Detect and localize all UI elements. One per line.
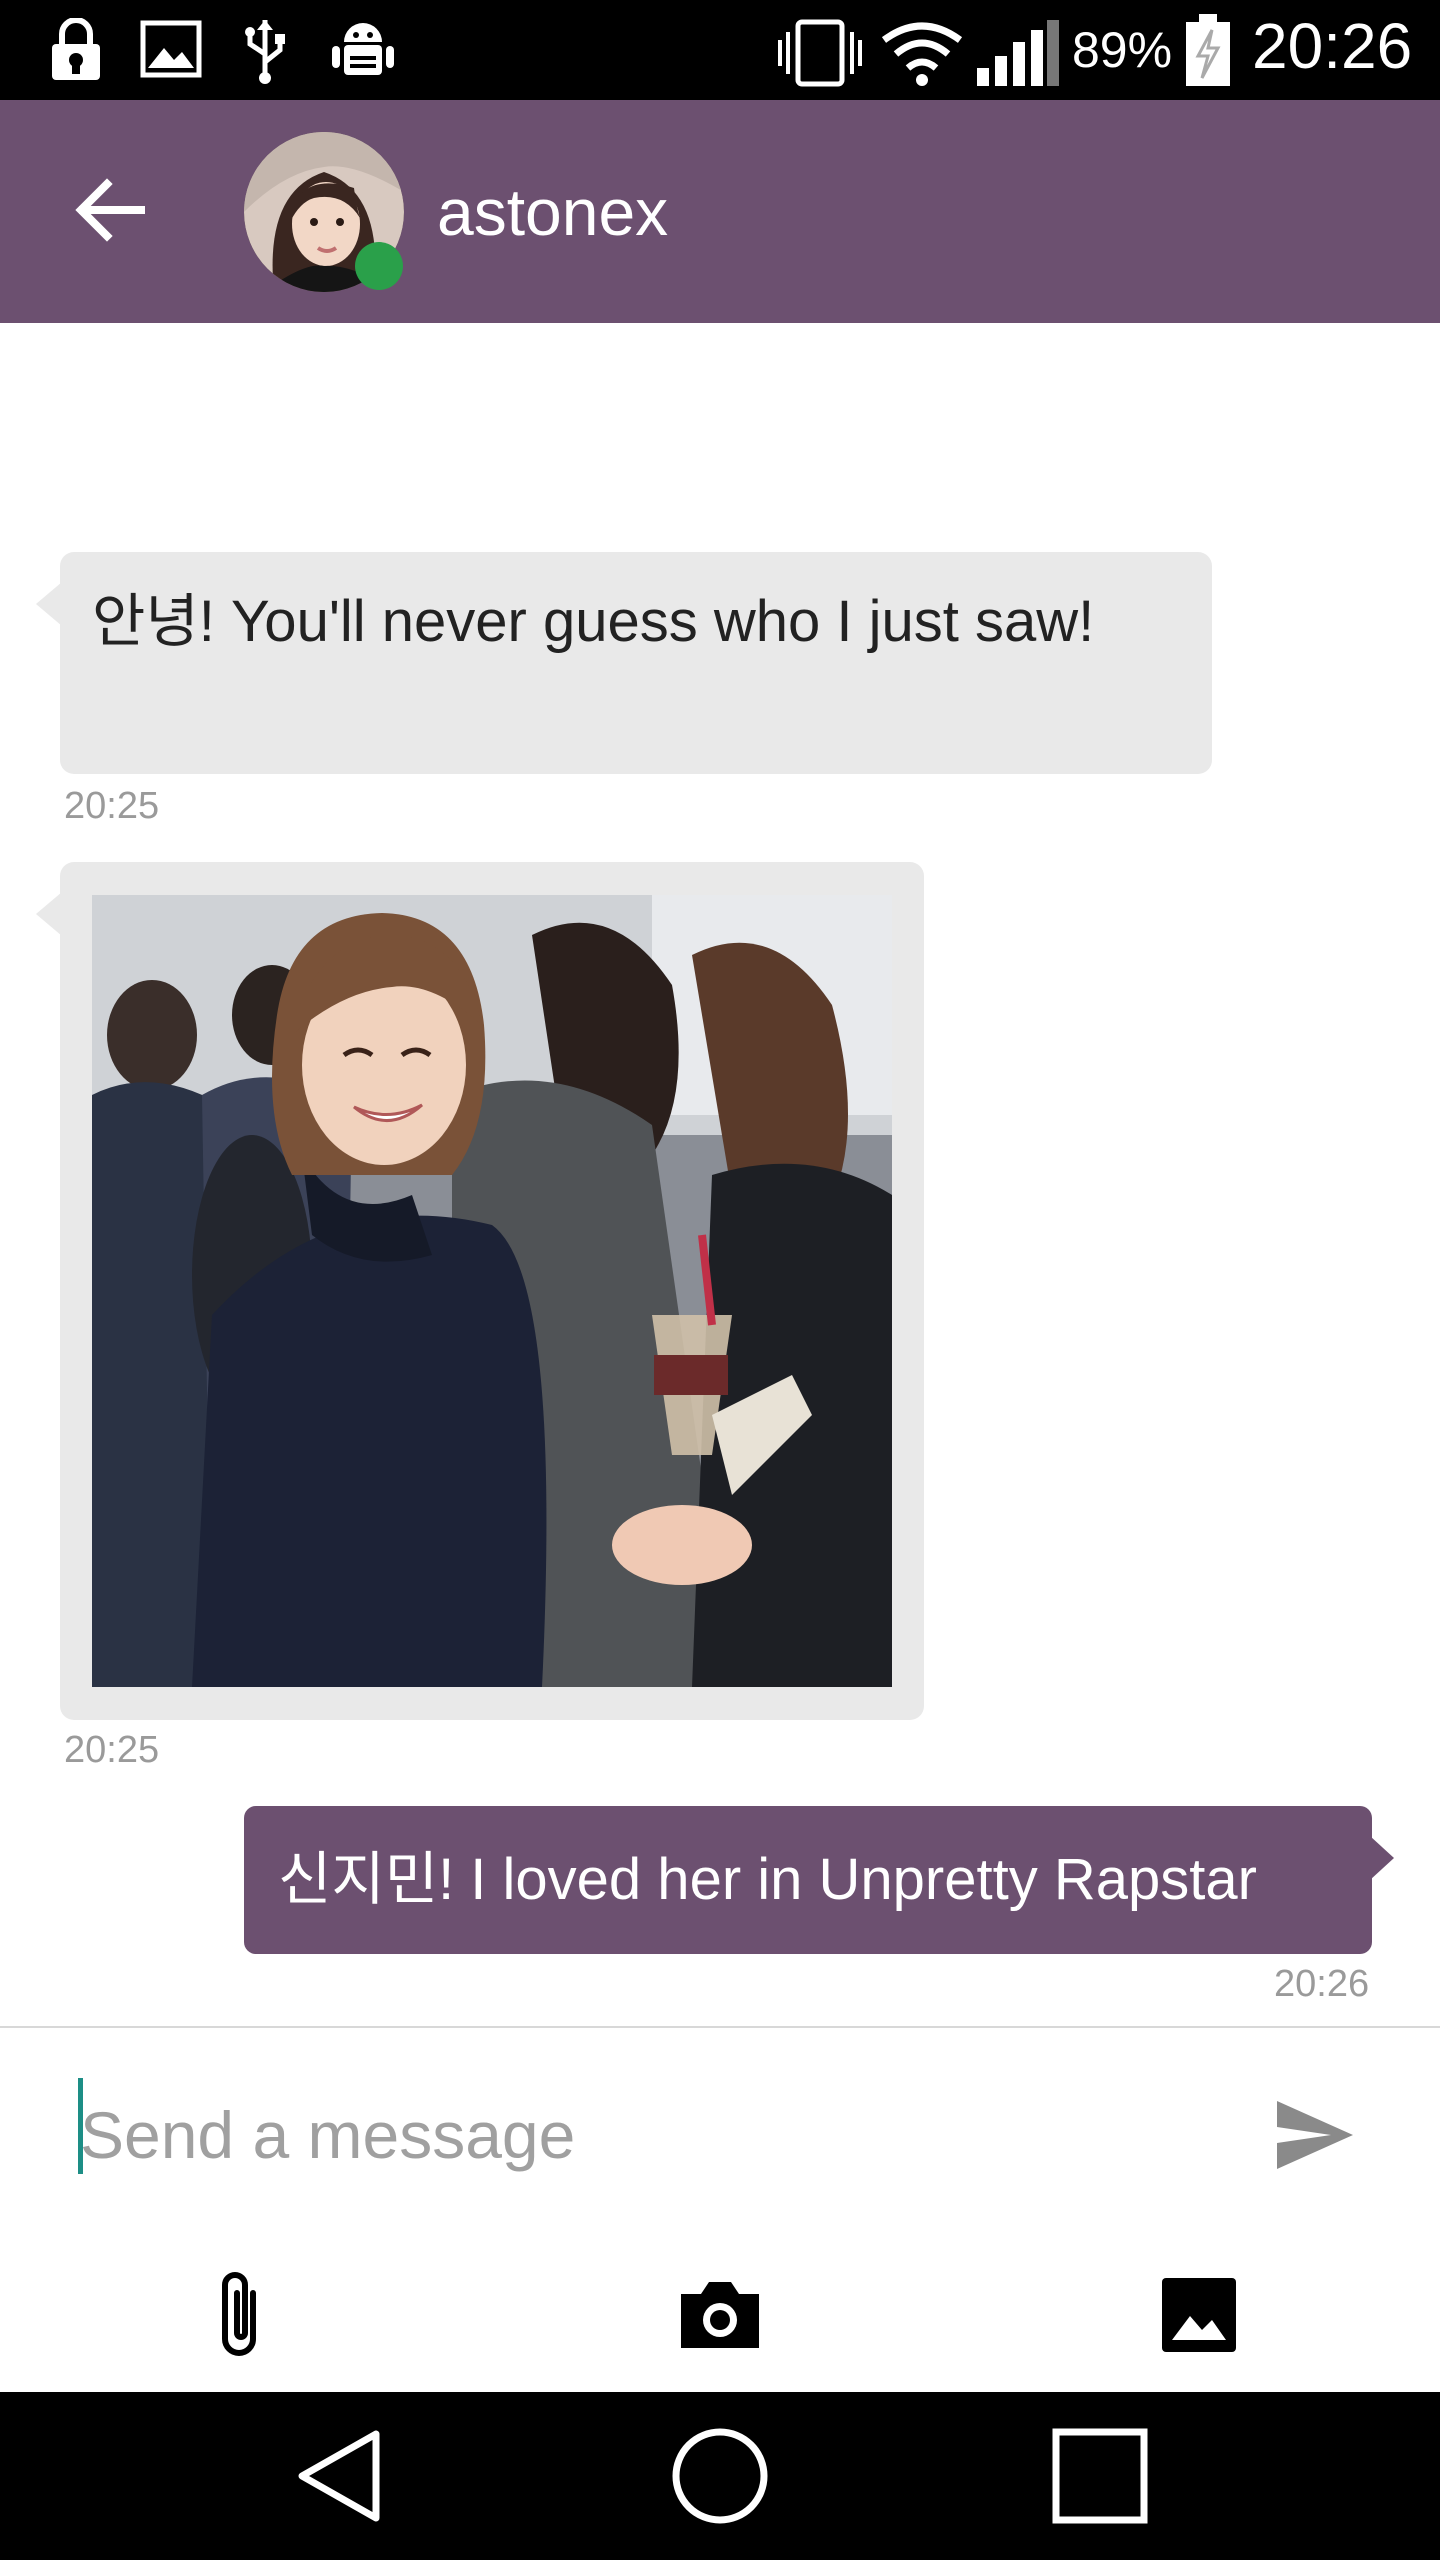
chat-toolbar: astonex: [0, 100, 1440, 323]
battery-charging-icon: [1186, 14, 1230, 86]
gallery-button[interactable]: [1144, 2260, 1254, 2370]
message-input[interactable]: [80, 2080, 1180, 2190]
send-icon: [1277, 2101, 1353, 2169]
system-nav-bar: [0, 2392, 1440, 2560]
status-bar: 89% 20:26: [0, 0, 1440, 100]
outgoing-message-bubble[interactable]: 신지민! I loved her in Unpretty Rapstar: [244, 1806, 1394, 1954]
android-debug-icon: [332, 23, 394, 75]
message-timestamp: 20:25: [64, 785, 160, 827]
wifi-icon: [881, 22, 963, 86]
shared-photo-image: [92, 895, 892, 1687]
camera-icon: [681, 2282, 759, 2348]
bubble-tail: [36, 892, 62, 936]
attach-file-button[interactable]: [186, 2260, 296, 2370]
status-time: 20:26: [1252, 10, 1413, 82]
camera-button[interactable]: [665, 2260, 775, 2370]
send-button[interactable]: [1265, 2090, 1365, 2180]
battery-percent: 89%: [1072, 22, 1173, 78]
paperclip-icon: [222, 2272, 256, 2356]
online-status-indicator: [355, 242, 403, 290]
arrow-back-icon: [75, 178, 145, 242]
lock-android-icon: [52, 18, 100, 80]
usb-icon: [245, 20, 285, 84]
gallery-image-icon: [1162, 2278, 1236, 2352]
message-text: 안녕! You'll never guess who I just saw!: [92, 589, 1095, 654]
nav-recents-button[interactable]: [1040, 2416, 1160, 2536]
message-timestamp: 20:25: [64, 1729, 160, 1771]
bubble-tail: [1370, 1836, 1394, 1880]
shared-photo[interactable]: [92, 895, 892, 1687]
bubble-tail: [36, 582, 62, 626]
signal-icon: [977, 20, 1059, 86]
nav-recents-icon: [1052, 2428, 1148, 2524]
contact-name[interactable]: astonex: [437, 172, 668, 252]
composer-divider: [0, 2026, 1440, 2028]
nav-back-icon: [298, 2430, 380, 2522]
image-icon: [140, 20, 202, 78]
back-button[interactable]: [60, 160, 160, 260]
nav-home-button[interactable]: [660, 2416, 780, 2536]
message-text: 신지민! I loved her in Unpretty Rapstar: [278, 1847, 1257, 1912]
vibrate-icon: [778, 19, 862, 87]
nav-home-icon: [672, 2428, 768, 2524]
message-timestamp: 20:26: [1274, 1963, 1370, 2005]
nav-back-button[interactable]: [280, 2416, 400, 2536]
incoming-message-bubble[interactable]: 안녕! You'll never guess who I just saw!: [36, 552, 1212, 774]
text-cursor: [78, 2078, 83, 2174]
